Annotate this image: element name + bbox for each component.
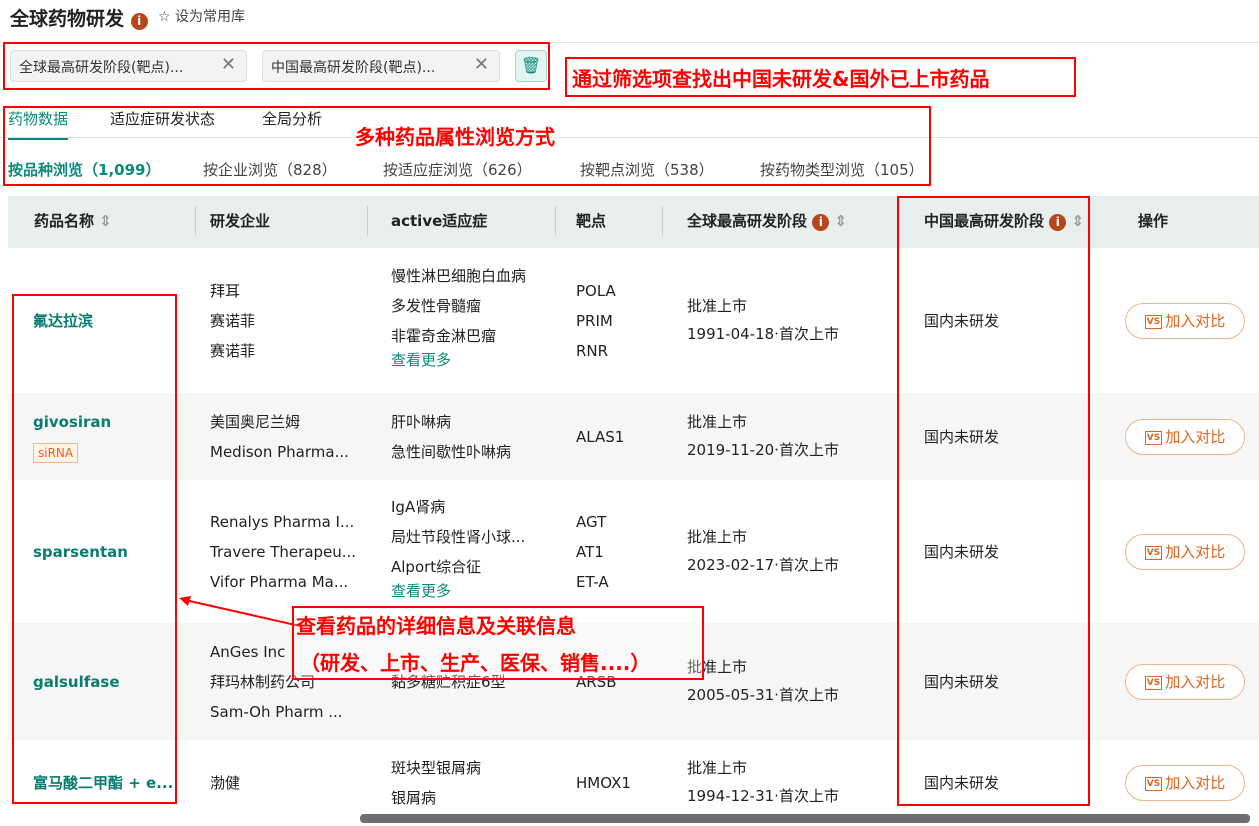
targets-item: ET-A	[576, 572, 609, 591]
global-date: 1991-04-18·首次上市	[687, 324, 839, 343]
targets-item: AT1	[576, 542, 604, 561]
companies-item: 赛诺菲	[210, 311, 256, 330]
global-date: 2005-05-31·首次上市	[687, 685, 839, 704]
indications-item: 斑块型银屑病	[391, 759, 482, 777]
button-label: 加入对比	[1165, 427, 1226, 446]
title-text: 全球药物研发	[10, 8, 125, 30]
favorite-button[interactable]: ☆ 设为常用库	[158, 6, 245, 26]
global-stage: 批准上市	[687, 412, 748, 431]
indications-item: 急性间歇性卟啉病	[391, 442, 512, 461]
star-icon: ☆	[158, 9, 171, 25]
companies-item: 拜耳	[210, 281, 241, 300]
targets-item: ALAS1	[576, 427, 625, 446]
annotation-box-china-stage	[897, 196, 1090, 806]
info-icon[interactable]: i	[130, 13, 148, 30]
column-header-indication: active适应症	[391, 212, 488, 230]
add-compare-button[interactable]: VS 加入对比	[1125, 418, 1245, 455]
annotation-box-filters	[3, 42, 550, 90]
header-label: 药品名称	[34, 212, 95, 230]
indications-item: 肝卟啉病	[391, 412, 452, 431]
global-date: 1994-12-31·首次上市	[687, 787, 839, 805]
annotation-detail-note-2: （研发、上市、生产、医保、销售....）	[300, 651, 651, 675]
indications-item: 局灶节段性肾小球...	[391, 527, 526, 546]
sort-icon[interactable]: ⇕	[99, 212, 112, 230]
add-compare-button[interactable]: VS 加入对比	[1125, 302, 1245, 339]
add-compare-button[interactable]: VS 加入对比	[1125, 533, 1245, 570]
header-label: 全球最高研发阶段	[687, 212, 808, 230]
vs-icon: VS	[1144, 314, 1163, 329]
global-stage: 批准上市	[687, 759, 748, 777]
targets-item: PRIM	[576, 311, 613, 330]
annotation-detail-note-1: 查看药品的详细信息及关联信息	[296, 614, 576, 638]
global-date: 2019-11-20·首次上市	[687, 440, 839, 459]
column-separator	[195, 206, 196, 236]
companies-item: 渤健	[210, 774, 241, 792]
vs-icon: VS	[1144, 777, 1163, 791]
global-stage: 批准上市	[687, 296, 748, 315]
annotation-filter-note: 通过筛选项查找出中国未研发&国外已上市药品	[572, 67, 990, 91]
button-label: 加入对比	[1165, 542, 1226, 561]
targets-item: AGT	[576, 512, 607, 531]
targets-item: HMOX1	[576, 774, 631, 792]
annotation-box-names	[12, 294, 177, 804]
column-header-global-stage[interactable]: 全球最高研发阶段 i ⇕	[687, 210, 847, 231]
companies-item: Renalys Pharma I...	[210, 512, 355, 531]
global-date: 2023-02-17·首次上市	[687, 555, 839, 574]
annotation-arrow	[179, 596, 301, 627]
column-header-action: 操作	[1138, 212, 1169, 230]
targets-item: RNR	[576, 341, 609, 360]
column-separator	[367, 206, 368, 236]
vs-icon: VS	[1144, 675, 1163, 690]
indications-item: IgA肾病	[391, 497, 446, 516]
button-label: 加入对比	[1165, 672, 1226, 691]
button-label: 加入对比	[1165, 774, 1226, 792]
favorite-label: 设为常用库	[175, 9, 246, 25]
column-header-target: 靶点	[576, 212, 607, 230]
column-header-name[interactable]: 药品名称 ⇕	[34, 210, 112, 231]
info-icon[interactable]: i	[812, 214, 830, 231]
annotation-browse-note: 多种药品属性浏览方式	[355, 125, 555, 149]
add-compare-button[interactable]: VS 加入对比	[1125, 663, 1245, 700]
show-more-link[interactable]: 查看更多	[391, 576, 451, 606]
button-label: 加入对比	[1165, 311, 1226, 330]
indications-item: 银屑病	[391, 789, 437, 807]
show-more-link[interactable]: 查看更多	[391, 345, 451, 375]
indications-item: 慢性淋巴细胞白血病	[391, 266, 527, 285]
column-separator	[555, 206, 556, 236]
sort-icon[interactable]: ⇕	[834, 212, 847, 230]
indications-item: 多发性骨髓瘤	[391, 296, 482, 315]
companies-item: 赛诺菲	[210, 341, 256, 360]
companies-item: Sam-Oh Pharm ...	[210, 702, 343, 721]
horizontal-scrollbar[interactable]	[360, 814, 1250, 823]
page-title: 全球药物研发 i	[10, 4, 148, 31]
column-header-company: 研发企业	[210, 212, 271, 230]
targets-item: POLA	[576, 281, 616, 300]
add-compare-button[interactable]: VS 加入对比	[1125, 765, 1245, 801]
companies-item: 美国奥尼兰姆	[210, 412, 301, 431]
vs-icon: VS	[1144, 545, 1163, 560]
companies-item: Medison Pharma...	[210, 442, 349, 461]
vs-icon: VS	[1144, 430, 1163, 445]
companies-item: Travere Therapeu...	[210, 542, 357, 561]
column-separator	[662, 206, 663, 236]
global-stage: 批准上市	[687, 527, 748, 546]
